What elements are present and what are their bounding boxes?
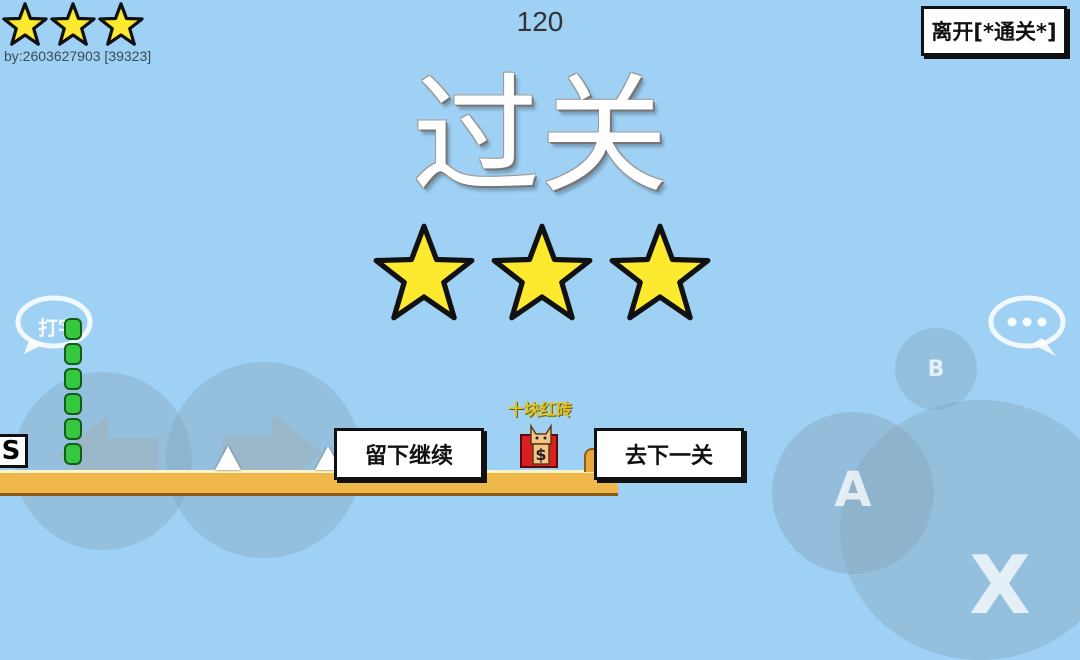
green-chain: [64, 318, 86, 468]
chain-link: [64, 443, 82, 465]
svg-text:$: $: [535, 445, 546, 464]
a-button-label: A: [834, 462, 872, 518]
star-icon: [2, 2, 48, 46]
b-button-label: B: [927, 356, 945, 382]
chain-link: [64, 343, 82, 365]
leave-button[interactable]: 离开[*通关*]: [921, 6, 1067, 56]
next-level-button[interactable]: 去下一关: [594, 428, 744, 480]
chain-link: [64, 418, 82, 440]
cat-character-icon: $: [530, 423, 552, 465]
item-label: 十块红砖: [507, 400, 572, 419]
star-icon: [50, 2, 96, 46]
b-button[interactable]: B: [895, 328, 977, 410]
x-button-label: X: [969, 538, 1031, 632]
star-icon: [373, 223, 475, 321]
chat-dots-icon[interactable]: [986, 294, 1068, 358]
star-icon: [609, 223, 711, 321]
score: 120: [516, 6, 564, 37]
chain-link: [64, 393, 82, 415]
author-info: by:2603627903 [39323]: [4, 48, 152, 64]
stay-continue-button[interactable]: 留下继续: [334, 428, 484, 480]
ground-platform: [0, 470, 618, 496]
star-icon: [98, 2, 144, 46]
chain-link: [64, 318, 82, 340]
result-star-rating: [372, 220, 712, 324]
level-clear-title: 过关: [411, 62, 668, 211]
star-icon: [491, 223, 593, 321]
hud-star-rating: [2, 2, 144, 46]
chain-link: [64, 368, 82, 390]
s-block: S: [0, 434, 28, 468]
a-button[interactable]: A: [772, 412, 934, 574]
spike: [215, 446, 241, 470]
